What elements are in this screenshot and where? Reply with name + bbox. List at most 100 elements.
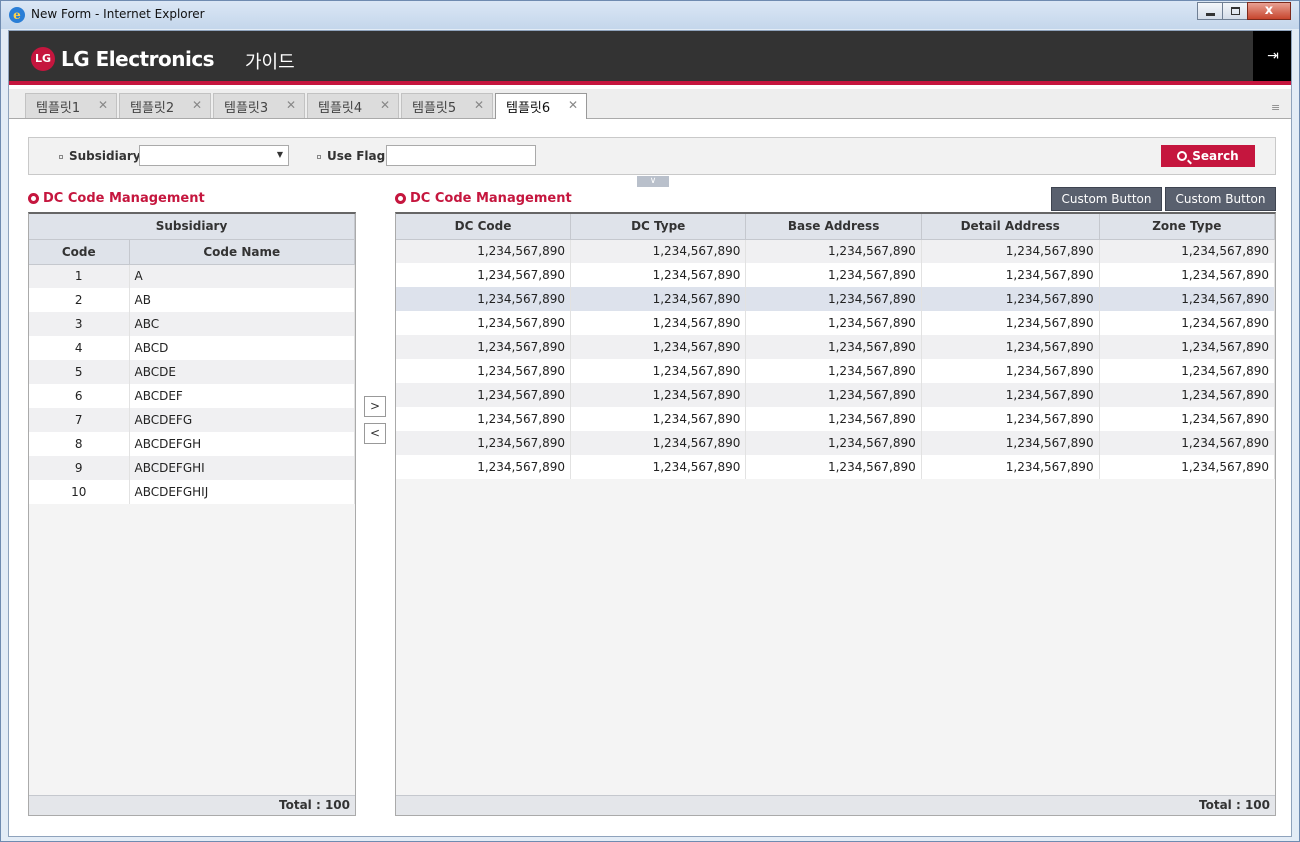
- column-header-dc-code[interactable]: DC Code: [396, 214, 571, 240]
- code-cell: 1: [29, 264, 130, 288]
- move-left-button[interactable]: <: [364, 423, 386, 444]
- table-cell: 1,234,567,890: [1099, 311, 1275, 335]
- tab-template-1[interactable]: 템플릿1 ✕: [25, 93, 117, 118]
- logout-button[interactable]: ⇥: [1253, 31, 1291, 81]
- code-name-cell: ABCDEFG: [129, 408, 355, 432]
- collapse-toggle[interactable]: ∨: [637, 176, 669, 187]
- custom-button-1[interactable]: Custom Button: [1051, 187, 1162, 211]
- column-header-base-address[interactable]: Base Address: [745, 214, 922, 240]
- table-cell: 1,234,567,890: [745, 335, 922, 359]
- tab-template-4[interactable]: 템플릿4 ✕: [307, 93, 399, 118]
- left-section-title: DC Code Management: [28, 191, 205, 206]
- table-row[interactable]: 7 ABCDEFG: [29, 408, 355, 432]
- table-row[interactable]: 1,234,567,890 1,234,567,890 1,234,567,890 1…: [396, 431, 1275, 455]
- table-row[interactable]: 4 ABCD: [29, 336, 355, 360]
- table-cell: 1,234,567,890: [396, 359, 571, 383]
- table-row[interactable]: 5 ABCDE: [29, 360, 355, 384]
- table-cell: 1,234,567,890: [745, 311, 922, 335]
- table-row[interactable]: 1,234,567,890 1,234,567,890 1,234,567,890 1…: [396, 239, 1275, 263]
- table-cell: 1,234,567,890: [396, 383, 571, 407]
- table-cell: 1,234,567,890: [745, 431, 922, 455]
- browser-window: e New Form - Internet Explorer x LG LG E…: [0, 0, 1300, 842]
- lg-logo[interactable]: LG LG Electronics: [31, 47, 215, 71]
- table-row[interactable]: 1,234,567,890 1,234,567,890 1,234,567,890 1…: [396, 335, 1275, 359]
- table-row[interactable]: 2 AB: [29, 288, 355, 312]
- close-tab-icon[interactable]: ✕: [286, 98, 296, 112]
- move-right-button[interactable]: >: [364, 396, 386, 417]
- close-tab-icon[interactable]: ✕: [192, 98, 202, 112]
- right-total: Total : 100: [396, 795, 1275, 815]
- tab-label: 템플릿5: [412, 100, 457, 116]
- table-row[interactable]: 9 ABCDEFGHI: [29, 456, 355, 480]
- table-row[interactable]: 8 ABCDEFGH: [29, 432, 355, 456]
- column-header-detail-address[interactable]: Detail Address: [921, 214, 1100, 240]
- table-cell: 1,234,567,890: [396, 311, 571, 335]
- table-row[interactable]: 1,234,567,890 1,234,567,890 1,234,567,890 1…: [396, 455, 1275, 479]
- tab-label: 템플릿2: [130, 100, 175, 116]
- table-cell: 1,234,567,890: [570, 407, 747, 431]
- table-cell: 1,234,567,890: [1099, 239, 1275, 263]
- close-tab-icon[interactable]: ✕: [474, 98, 484, 112]
- use-flag-label: Use Flag: [317, 149, 385, 163]
- table-row[interactable]: 1,234,567,890 1,234,567,890 1,234,567,890 1…: [396, 359, 1275, 383]
- brand-name: LG Electronics: [61, 47, 215, 71]
- table-cell: 1,234,567,890: [570, 263, 747, 287]
- close-button[interactable]: x: [1247, 2, 1291, 20]
- table-cell: 1,234,567,890: [921, 239, 1100, 263]
- column-header-code-name[interactable]: Code Name: [129, 239, 355, 265]
- search-icon: [1177, 151, 1188, 161]
- subsidiary-label: Subsidiary: [59, 149, 141, 163]
- table-row[interactable]: 1,234,567,890 1,234,567,890 1,234,567,890 1…: [396, 383, 1275, 407]
- table-cell: 1,234,567,890: [745, 263, 922, 287]
- table-cell: 1,234,567,890: [745, 383, 922, 407]
- close-tab-icon[interactable]: ✕: [568, 98, 578, 112]
- table-row[interactable]: 1,234,567,890 1,234,567,890 1,234,567,890 1…: [396, 263, 1275, 287]
- code-name-cell: AB: [129, 288, 355, 312]
- section-bullet-icon: [28, 193, 39, 204]
- internet-explorer-icon: e: [9, 7, 25, 23]
- subsidiary-select[interactable]: ▼: [139, 145, 289, 166]
- column-header-zone-type[interactable]: Zone Type: [1099, 214, 1275, 240]
- tab-label: 템플릿1: [36, 100, 81, 116]
- subsidiary-table: Subsidiary Code Code Name 1 A 2 AB 3 ABC 4 ABCD…: [29, 214, 355, 504]
- dc-code-header-row: DC Code DC Type Base Address Detail Address…: [396, 214, 1275, 240]
- table-cell: 1,234,567,890: [570, 239, 747, 263]
- minimize-button[interactable]: [1197, 2, 1223, 20]
- table-cell: 1,234,567,890: [570, 455, 747, 479]
- maximize-button[interactable]: [1222, 2, 1248, 20]
- close-tab-icon[interactable]: ✕: [98, 98, 108, 112]
- custom-button-2[interactable]: Custom Button: [1165, 187, 1276, 211]
- tab-template-6[interactable]: 템플릿6 ✕: [495, 93, 587, 119]
- table-row[interactable]: 1,234,567,890 1,234,567,890 1,234,567,890 1…: [396, 287, 1275, 311]
- table-row[interactable]: 1,234,567,890 1,234,567,890 1,234,567,890 1…: [396, 407, 1275, 431]
- code-name-cell: ABCD: [129, 336, 355, 360]
- table-row[interactable]: 6 ABCDEF: [29, 384, 355, 408]
- tab-menu-icon[interactable]: ≡: [1271, 101, 1285, 114]
- table-row[interactable]: 1,234,567,890 1,234,567,890 1,234,567,890 1…: [396, 311, 1275, 335]
- table-cell: 1,234,567,890: [1099, 359, 1275, 383]
- tab-template-3[interactable]: 템플릿3 ✕: [213, 93, 305, 118]
- table-row[interactable]: 10 ABCDEFGHIJ: [29, 480, 355, 504]
- table-row[interactable]: 3 ABC: [29, 312, 355, 336]
- dc-code-table: DC Code DC Type Base Address Detail Address…: [396, 214, 1275, 479]
- column-header-dc-type[interactable]: DC Type: [570, 214, 747, 240]
- code-name-cell: ABCDE: [129, 360, 355, 384]
- table-cell: 1,234,567,890: [1099, 407, 1275, 431]
- subsidiary-grid: Subsidiary Code Code Name 1 A 2 AB 3 ABC 4 ABCD…: [28, 212, 356, 816]
- bullet-icon: [59, 154, 63, 159]
- tab-bar: 템플릿1 ✕ 템플릿2 ✕ 템플릿3 ✕ 템플릿4 ✕ 템플릿5 ✕ 템플릿6 ✕ ≡: [9, 89, 1291, 119]
- column-header-code[interactable]: Code: [29, 239, 130, 265]
- table-row[interactable]: 1A: [29, 264, 355, 288]
- tab-template-2[interactable]: 템플릿2 ✕: [119, 93, 211, 118]
- use-flag-input[interactable]: [386, 145, 536, 166]
- search-button[interactable]: Search: [1161, 145, 1255, 167]
- group-header: Subsidiary: [29, 214, 355, 240]
- tab-template-5[interactable]: 템플릿5 ✕: [401, 93, 493, 118]
- table-cell: 1,234,567,890: [570, 335, 747, 359]
- tab-list: 템플릿1 ✕ 템플릿2 ✕ 템플릿3 ✕ 템플릿4 ✕ 템플릿5 ✕ 템플릿6 ✕: [25, 93, 589, 119]
- tab-label: 템플릿4: [318, 100, 363, 116]
- window-controls: x: [1197, 2, 1291, 20]
- code-name-cell: ABC: [129, 312, 355, 336]
- table-cell: 1,234,567,890: [921, 455, 1100, 479]
- close-tab-icon[interactable]: ✕: [380, 98, 390, 112]
